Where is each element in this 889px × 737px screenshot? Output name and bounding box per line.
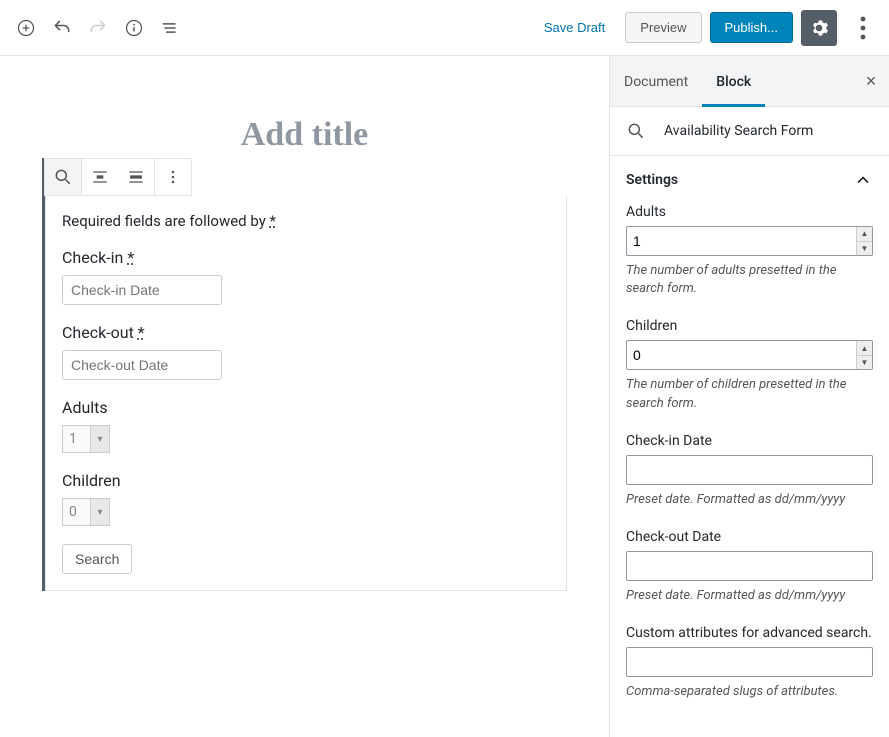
number-stepper[interactable]: ▲▼ — [856, 341, 872, 369]
outline-button[interactable] — [152, 10, 188, 46]
adults-field: Adults 1 ▾ — [62, 398, 550, 453]
align-wide-icon — [126, 167, 146, 187]
info-icon — [124, 18, 144, 38]
topbar-left — [8, 10, 188, 46]
chevron-down-icon: ▾ — [90, 425, 110, 453]
chevron-up-icon — [853, 170, 873, 190]
settings-toggle-button[interactable] — [801, 10, 837, 46]
topbar-right: Save Draft Preview Publish... — [532, 10, 881, 46]
availability-search-block[interactable]: Required fields are followed by * Check-… — [42, 158, 567, 591]
block-more-button[interactable] — [155, 159, 191, 195]
align-center-button[interactable] — [82, 159, 118, 195]
sb-custom-attr-label: Custom attributes for advanced search. — [626, 625, 873, 641]
editor-canvas: Add title Required fields are followed b… — [0, 56, 609, 737]
align-center-icon — [90, 167, 110, 187]
sb-checkin-input[interactable] — [626, 455, 873, 485]
undo-button[interactable] — [44, 10, 80, 46]
checkout-input[interactable] — [62, 350, 222, 380]
search-icon — [53, 167, 73, 187]
block-body: Required fields are followed by * Check-… — [45, 196, 567, 591]
publish-button[interactable]: Publish... — [710, 12, 793, 43]
kebab-icon — [845, 10, 881, 46]
checkout-field: Check-out * — [62, 323, 550, 380]
sb-checkout-input[interactable] — [626, 551, 873, 581]
settings-panel-header[interactable]: Settings — [610, 156, 889, 204]
sb-checkin-help: Preset date. Formatted as dd/mm/yyyy — [626, 491, 873, 509]
sb-adults-input[interactable] — [626, 226, 873, 256]
sb-adults-label: Adults — [626, 204, 873, 220]
list-icon — [160, 18, 180, 38]
block-title: Availability Search Form — [664, 123, 813, 139]
adults-stepper[interactable]: 1 ▾ — [62, 425, 110, 453]
redo-button — [80, 10, 116, 46]
editor-topbar: Save Draft Preview Publish... — [0, 0, 889, 56]
search-icon — [626, 121, 646, 141]
undo-icon — [52, 18, 72, 38]
more-menu-button[interactable] — [845, 10, 881, 46]
children-label: Children — [62, 471, 550, 490]
plus-circle-icon — [16, 18, 36, 38]
checkin-field: Check-in * — [62, 248, 550, 305]
sb-adults-help: The number of adults presetted in the se… — [626, 262, 873, 298]
main-area: Add title Required fields are followed b… — [0, 56, 889, 737]
add-block-button[interactable] — [8, 10, 44, 46]
kebab-icon — [163, 167, 183, 187]
tab-block[interactable]: Block — [702, 56, 765, 107]
adults-value: 1 — [62, 425, 90, 453]
sb-checkin-field: Check-in Date Preset date. Formatted as … — [626, 433, 873, 509]
number-stepper[interactable]: ▲▼ — [856, 227, 872, 255]
required-note: Required fields are followed by * — [62, 212, 550, 230]
save-draft-button[interactable]: Save Draft — [532, 12, 617, 43]
children-stepper[interactable]: 0 ▾ — [62, 498, 110, 526]
sb-children-label: Children — [626, 318, 873, 334]
sb-children-input[interactable] — [626, 340, 873, 370]
checkout-label: Check-out * — [62, 323, 550, 342]
tab-document[interactable]: Document — [610, 56, 702, 106]
preview-button[interactable]: Preview — [625, 12, 701, 43]
sb-custom-attr-field: Custom attributes for advanced search. C… — [626, 625, 873, 701]
redo-icon — [88, 18, 108, 38]
sb-custom-attr-input[interactable] — [626, 647, 873, 677]
checkin-input[interactable] — [62, 275, 222, 305]
sb-checkout-label: Check-out Date — [626, 529, 873, 545]
sb-children-field: Children ▲▼ The number of children prese… — [626, 318, 873, 412]
close-icon: × — [866, 71, 877, 91]
search-button[interactable]: Search — [62, 544, 132, 574]
sidebar-close-button[interactable]: × — [859, 69, 883, 93]
chevron-down-icon: ▾ — [90, 498, 110, 526]
sb-checkout-help: Preset date. Formatted as dd/mm/yyyy — [626, 587, 873, 605]
sb-custom-attr-help: Comma-separated slugs of attributes. — [626, 683, 873, 701]
gear-icon — [809, 18, 829, 38]
settings-panel-body: Adults ▲▼ The number of adults presetted… — [610, 204, 889, 737]
align-wide-button[interactable] — [118, 159, 154, 195]
block-toolbar — [44, 158, 192, 196]
checkin-label: Check-in * — [62, 248, 550, 267]
sidebar-tabs: Document Block × — [610, 56, 889, 107]
sb-checkout-field: Check-out Date Preset date. Formatted as… — [626, 529, 873, 605]
block-info: Availability Search Form — [610, 107, 889, 156]
settings-sidebar: Document Block × Availability Search For… — [609, 56, 889, 737]
sb-checkin-label: Check-in Date — [626, 433, 873, 449]
sb-children-help: The number of children presetted in the … — [626, 376, 873, 412]
block-type-button[interactable] — [45, 159, 81, 195]
info-button[interactable] — [116, 10, 152, 46]
children-value: 0 — [62, 498, 90, 526]
sb-adults-field: Adults ▲▼ The number of adults presetted… — [626, 204, 873, 298]
post-title-input[interactable]: Add title — [0, 116, 609, 154]
adults-label: Adults — [62, 398, 550, 417]
children-field: Children 0 ▾ — [62, 471, 550, 526]
